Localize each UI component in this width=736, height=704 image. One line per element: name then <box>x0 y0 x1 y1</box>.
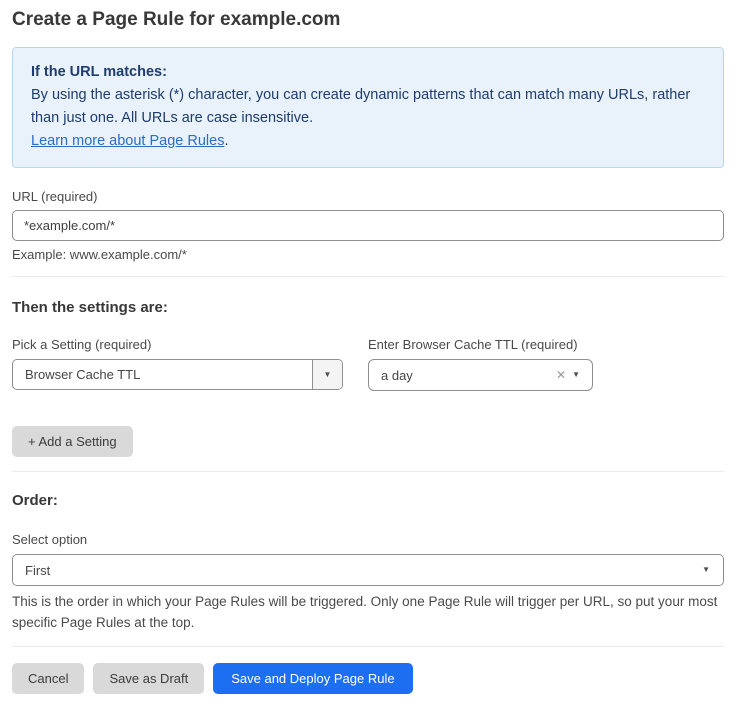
order-select-value: First <box>13 563 702 578</box>
footer-actions: Cancel Save as Draft Save and Deploy Pag… <box>12 663 724 694</box>
add-setting-button[interactable]: + Add a Setting <box>12 426 133 457</box>
info-box-link-line: Learn more about Page Rules. <box>31 130 705 153</box>
order-helper-text: This is the order in which your Page Rul… <box>12 591 724 633</box>
divider <box>12 646 724 647</box>
save-as-draft-button[interactable]: Save as Draft <box>93 663 204 694</box>
setting-picker-label: Pick a Setting (required) <box>12 337 343 353</box>
setting-select[interactable]: Browser Cache TTL ▼ <box>12 359 343 390</box>
select-arrow-box[interactable]: ▼ <box>312 360 342 389</box>
ttl-select[interactable]: a day ✕ ▼ <box>368 359 593 391</box>
create-page-rule-form: Create a Page Rule for example.com If th… <box>0 0 736 704</box>
url-match-info-box: If the URL matches: By using the asteris… <box>12 47 724 168</box>
ttl-select-value: a day <box>369 368 554 383</box>
save-and-deploy-button[interactable]: Save and Deploy Page Rule <box>213 663 412 694</box>
caret-down-icon: ▼ <box>572 371 592 379</box>
caret-down-icon: ▼ <box>702 566 723 574</box>
clear-icon[interactable]: ✕ <box>554 368 572 382</box>
page-title: Create a Page Rule for example.com <box>12 8 724 32</box>
info-box-heading: If the URL matches: <box>31 61 705 84</box>
order-select-label: Select option <box>12 532 724 548</box>
learn-more-link[interactable]: Learn more about Page Rules <box>31 133 224 149</box>
divider <box>12 276 724 277</box>
info-box-body: By using the asterisk (*) character, you… <box>31 84 691 130</box>
settings-section-heading: Then the settings are: <box>12 298 724 317</box>
order-section-heading: Order: <box>12 491 724 510</box>
url-label: URL (required) <box>12 189 724 205</box>
caret-down-icon: ▼ <box>324 371 332 379</box>
cancel-button[interactable]: Cancel <box>12 663 84 694</box>
ttl-picker-label: Enter Browser Cache TTL (required) <box>368 337 593 353</box>
divider <box>12 471 724 472</box>
setting-picker-field: Pick a Setting (required) Browser Cache … <box>12 337 343 391</box>
link-suffix: . <box>224 133 228 149</box>
url-example-helper: Example: www.example.com/* <box>12 247 724 263</box>
ttl-picker-field: Enter Browser Cache TTL (required) a day… <box>368 337 593 391</box>
settings-row: Pick a Setting (required) Browser Cache … <box>12 337 724 391</box>
setting-select-value: Browser Cache TTL <box>13 367 312 382</box>
order-select[interactable]: First ▼ <box>12 554 724 586</box>
url-input[interactable] <box>12 210 724 241</box>
